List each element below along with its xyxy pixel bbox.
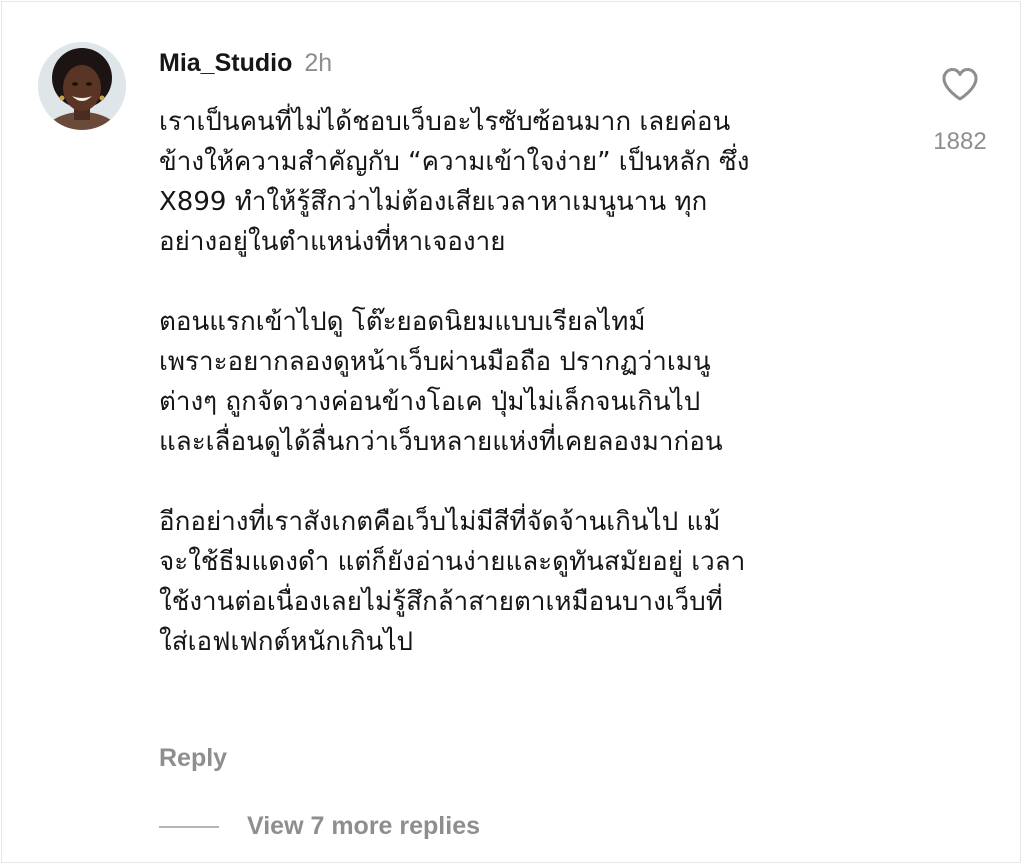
comment-body: เราเป็นคนที่ไม่ได้ชอบเว็บอะไรซับซ้อนมาก …: [159, 102, 899, 662]
like-column: 1882: [920, 64, 1000, 156]
comment-paragraph-1: เราเป็นคนที่ไม่ได้ชอบเว็บอะไรซับซ้อนมาก …: [159, 107, 750, 257]
comment-paragraph-3: อีกอย่างที่เราสังเกตคือเว็บไม่มีสีที่จัด…: [159, 507, 746, 657]
view-more-replies-button[interactable]: View 7 more replies: [159, 812, 480, 841]
view-more-replies-label: View 7 more replies: [247, 812, 480, 840]
heart-outline-icon: [942, 68, 978, 101]
comment-header: Mia_Studio 2h: [159, 49, 332, 78]
comment-paragraph-2: ตอนแรกเข้าไปดู โต๊ะยอดนิยมแบบเรียลไทม์ เ…: [159, 307, 723, 457]
reply-button[interactable]: Reply: [159, 744, 227, 773]
comment-card: Mia_Studio 2h เราเป็นคนที่ไม่ได้ชอบเว็บอ…: [1, 1, 1021, 863]
avatar[interactable]: [38, 42, 126, 130]
username[interactable]: Mia_Studio: [159, 49, 292, 78]
like-button[interactable]: [940, 64, 980, 104]
avatar-image: [38, 42, 126, 130]
like-count: 1882: [933, 128, 987, 155]
timestamp: 2h: [304, 49, 333, 77]
replies-divider-line: [159, 825, 219, 828]
